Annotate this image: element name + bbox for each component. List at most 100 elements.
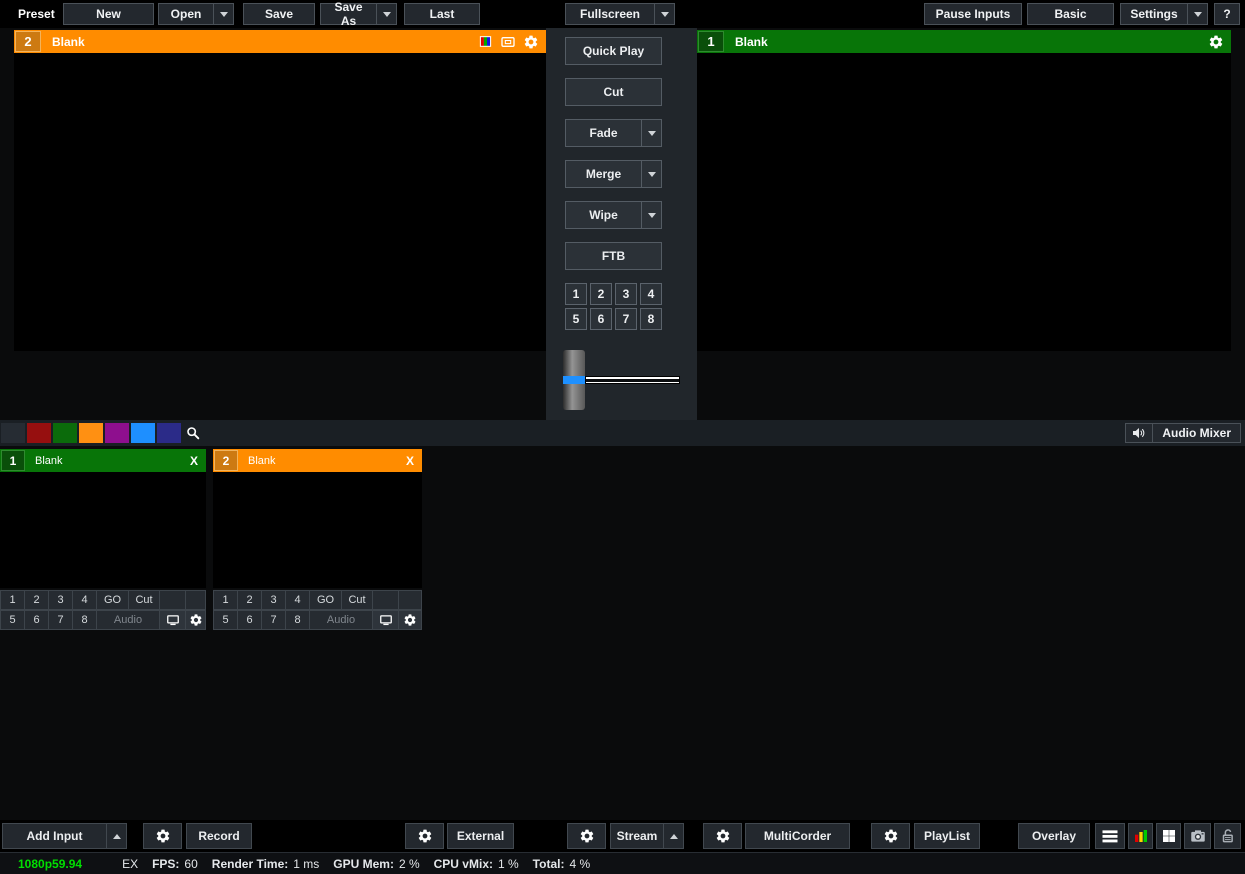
color-bars-icon[interactable] — [478, 34, 493, 49]
transition-number-7[interactable]: 7 — [615, 308, 637, 330]
input-1-empty-cell — [159, 590, 186, 610]
input-1-go-button[interactable]: GO — [96, 590, 129, 610]
pause-inputs-button[interactable]: Pause Inputs — [924, 3, 1022, 25]
color-swatch-5[interactable] — [131, 423, 155, 443]
menu-button[interactable] — [1095, 823, 1125, 849]
multiview-button[interactable] — [1156, 823, 1181, 849]
input-2-cut-button[interactable]: Cut — [341, 590, 373, 610]
input-1-thumbnail[interactable] — [0, 472, 206, 588]
help-button[interactable]: ? — [1214, 3, 1240, 25]
last-button[interactable]: Last — [404, 3, 480, 25]
save-as-dropdown-arrow[interactable] — [376, 4, 396, 24]
input-2-fullscreen-button[interactable] — [372, 610, 399, 630]
add-input-button[interactable]: Add Input — [2, 823, 127, 849]
input-1-fullscreen-button[interactable] — [159, 610, 186, 630]
input-1-header[interactable]: 1 Blank X — [0, 449, 206, 472]
multicorder-settings-button[interactable] — [703, 823, 742, 849]
input-2-overlay-1[interactable]: 1 — [213, 590, 238, 610]
audio-levels-button[interactable] — [1128, 823, 1153, 849]
add-input-dropup-arrow[interactable] — [106, 824, 126, 848]
color-swatch-6[interactable] — [157, 423, 181, 443]
audio-mixer-button[interactable]: Audio Mixer — [1125, 423, 1241, 443]
stream-button[interactable]: Stream — [610, 823, 684, 849]
fullscreen-button[interactable]: Fullscreen — [565, 3, 675, 25]
basic-button[interactable]: Basic — [1027, 3, 1114, 25]
input-1-overlay-2[interactable]: 2 — [24, 590, 49, 610]
color-swatch-0[interactable] — [1, 423, 25, 443]
multicorder-label: MultiCorder — [746, 829, 849, 843]
fullscreen-dropdown-arrow[interactable] — [654, 4, 674, 24]
merge-button[interactable]: Merge — [565, 160, 662, 188]
ftb-button[interactable]: FTB — [565, 242, 662, 270]
cut-button[interactable]: Cut — [565, 78, 662, 106]
color-swatch-1[interactable] — [27, 423, 51, 443]
external-button[interactable]: External — [447, 823, 514, 849]
input-panel-1: 1 Blank X 1 2 3 4 GO Cut 5 6 7 8 Audio — [0, 449, 206, 630]
input-1-overlay-3[interactable]: 3 — [48, 590, 73, 610]
multicorder-button[interactable]: MultiCorder — [745, 823, 850, 849]
input-2-settings-button[interactable] — [398, 610, 422, 630]
input-1-overlay-4[interactable]: 4 — [72, 590, 97, 610]
tbar-handle[interactable] — [563, 350, 585, 410]
input-2-overlay-6[interactable]: 6 — [237, 610, 262, 630]
color-swatch-4[interactable] — [105, 423, 129, 443]
input-1-settings-button[interactable] — [185, 610, 206, 630]
input-2-overlay-8[interactable]: 8 — [285, 610, 310, 630]
transition-number-5[interactable]: 5 — [565, 308, 587, 330]
color-swatch-3[interactable] — [79, 423, 103, 443]
input-2-overlay-7[interactable]: 7 — [261, 610, 286, 630]
transition-number-4[interactable]: 4 — [640, 283, 662, 305]
transition-number-6[interactable]: 6 — [590, 308, 612, 330]
open-dropdown-arrow[interactable] — [213, 4, 233, 24]
transition-number-2[interactable]: 2 — [590, 283, 612, 305]
input-2-close-button[interactable]: X — [399, 454, 421, 468]
input-2-header[interactable]: 2 Blank X — [213, 449, 422, 472]
input-2-go-button[interactable]: GO — [309, 590, 342, 610]
lock-button[interactable] — [1214, 823, 1241, 849]
input-2-overlay-5[interactable]: 5 — [213, 610, 238, 630]
settings-button[interactable]: Settings — [1120, 3, 1208, 25]
stream-dropup-arrow[interactable] — [663, 824, 683, 848]
gear-icon[interactable] — [1208, 34, 1224, 50]
monitor-icon[interactable] — [500, 34, 516, 50]
input-1-overlay-7[interactable]: 7 — [48, 610, 73, 630]
wipe-button[interactable]: Wipe — [565, 201, 662, 229]
playlist-button[interactable]: PlayList — [914, 823, 980, 849]
wipe-dropdown-arrow[interactable] — [641, 202, 661, 228]
input-1-overlay-1[interactable]: 1 — [0, 590, 25, 610]
save-button[interactable]: Save — [243, 3, 315, 25]
merge-dropdown-arrow[interactable] — [641, 161, 661, 187]
transition-number-3[interactable]: 3 — [615, 283, 637, 305]
record-settings-button[interactable] — [143, 823, 182, 849]
stream-settings-button[interactable] — [567, 823, 606, 849]
search-button[interactable] — [181, 423, 204, 443]
input-2-overlay-4[interactable]: 4 — [285, 590, 310, 610]
input-1-close-button[interactable]: X — [183, 454, 205, 468]
input-1-audio-button[interactable]: Audio — [96, 610, 160, 630]
input-1-cut-button[interactable]: Cut — [128, 590, 160, 610]
color-swatch-2[interactable] — [53, 423, 77, 443]
save-as-button[interactable]: Save As — [320, 3, 397, 25]
input-1-overlay-6[interactable]: 6 — [24, 610, 49, 630]
external-settings-button[interactable] — [405, 823, 444, 849]
playlist-settings-button[interactable] — [871, 823, 910, 849]
snapshot-button[interactable] — [1184, 823, 1211, 849]
settings-dropdown-arrow[interactable] — [1187, 4, 1207, 24]
record-button[interactable]: Record — [186, 823, 252, 849]
input-2-thumbnail[interactable] — [213, 472, 422, 588]
new-button[interactable]: New — [63, 3, 154, 25]
input-1-overlay-5[interactable]: 5 — [0, 610, 25, 630]
open-button[interactable]: Open — [158, 3, 234, 25]
gear-icon[interactable] — [523, 34, 539, 50]
overlay-button[interactable]: Overlay — [1018, 823, 1090, 849]
input-1-overlay-8[interactable]: 8 — [72, 610, 97, 630]
gear-icon — [403, 613, 417, 627]
transition-number-8[interactable]: 8 — [640, 308, 662, 330]
input-2-overlay-2[interactable]: 2 — [237, 590, 262, 610]
input-2-overlay-3[interactable]: 3 — [261, 590, 286, 610]
fade-button[interactable]: Fade — [565, 119, 662, 147]
input-2-audio-button[interactable]: Audio — [309, 610, 373, 630]
quick-play-button[interactable]: Quick Play — [565, 37, 662, 65]
fade-dropdown-arrow[interactable] — [641, 120, 661, 146]
transition-number-1[interactable]: 1 — [565, 283, 587, 305]
